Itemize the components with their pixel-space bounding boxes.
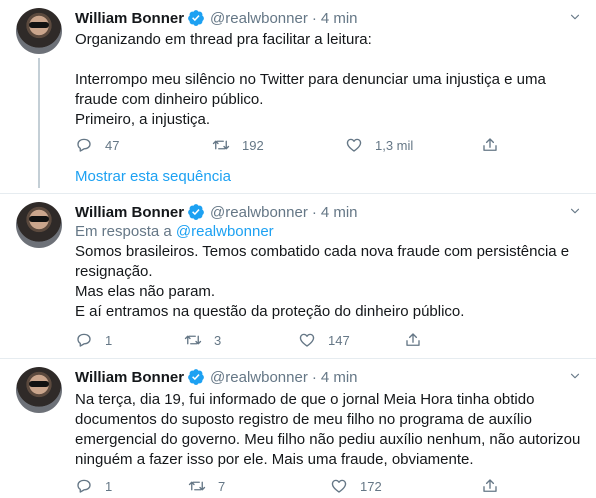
share-icon xyxy=(483,138,497,151)
avatar[interactable] xyxy=(16,8,62,54)
text-line: Interrompo meu silêncio no Twitter para … xyxy=(75,71,546,88)
text-line: documentos do suposto registro de meu fi… xyxy=(75,411,532,428)
tweet-header: William Bonner @realwbonner · 4 min xyxy=(75,202,358,222)
retweet-button[interactable]: 192 xyxy=(212,135,264,155)
reply-context: Em resposta a @realwbonner xyxy=(75,222,575,242)
text-line: Mas elas não param. xyxy=(75,283,216,300)
show-thread-link[interactable]: Mostrar esta sequência xyxy=(75,168,231,185)
retweet-icon xyxy=(188,481,206,491)
text-line: Somos brasileiros. Temos combatido cada … xyxy=(75,243,570,260)
like-icon xyxy=(299,333,315,347)
avatar[interactable] xyxy=(16,367,62,413)
tweet-3[interactable]: William Bonner @realwbonner · 4 min Na t… xyxy=(0,359,596,498)
like-count: 1,3 mil xyxy=(375,137,414,153)
verified-badge-icon xyxy=(188,204,204,220)
share-button[interactable] xyxy=(404,330,422,350)
retweet-count: 7 xyxy=(218,478,226,494)
like-count: 172 xyxy=(360,478,382,494)
like-icon xyxy=(346,138,362,152)
text-line: Na terça, dia 19, fui informado de que o… xyxy=(75,391,535,408)
share-button[interactable] xyxy=(481,476,499,496)
verified-badge-icon xyxy=(188,369,204,385)
chevron-down-icon[interactable] xyxy=(568,10,582,24)
text-line: fraude com dinheiro público. xyxy=(75,91,264,108)
tweet-text: Organizando em thread pra facilitar a le… xyxy=(75,30,575,130)
avatar[interactable] xyxy=(16,202,62,248)
timestamp[interactable]: 4 min xyxy=(321,369,358,386)
reply-prefix: Em resposta a xyxy=(75,223,172,240)
share-button[interactable] xyxy=(481,135,499,155)
retweet-button[interactable]: 3 xyxy=(184,330,221,350)
reply-icon xyxy=(77,138,91,152)
share-icon xyxy=(483,479,497,492)
text-line: emergencial do governo. Meu filho não pe… xyxy=(75,431,581,448)
tweet-text: Na terça, dia 19, fui informado de que o… xyxy=(75,390,581,470)
reply-icon xyxy=(77,479,91,493)
like-count: 147 xyxy=(328,332,350,348)
like-icon xyxy=(331,479,347,493)
reply-button[interactable]: 1 xyxy=(75,330,112,350)
text-line: ninguém a fazer isso por ele. Mais uma f… xyxy=(75,451,474,468)
tweet-header: William Bonner @realwbonner · 4 min xyxy=(75,367,358,387)
verified-badge-icon xyxy=(188,10,204,26)
text-line: Organizando em thread pra facilitar a le… xyxy=(75,31,372,48)
text-line: resignação. xyxy=(75,263,153,280)
reply-count: 1 xyxy=(105,478,113,494)
reply-button[interactable]: 47 xyxy=(75,135,119,155)
share-icon xyxy=(406,333,420,346)
author-handle[interactable]: @realwbonner xyxy=(210,369,308,386)
chevron-down-icon[interactable] xyxy=(568,204,582,218)
reply-button[interactable]: 1 xyxy=(75,476,112,496)
retweet-button[interactable]: 7 xyxy=(188,476,225,496)
timestamp[interactable]: 4 min xyxy=(321,204,358,221)
author-handle[interactable]: @realwbonner xyxy=(210,10,308,27)
retweet-icon xyxy=(212,140,230,150)
retweet-icon xyxy=(184,335,202,345)
reply-icon xyxy=(77,333,91,347)
tweet-actions: 47 192 1,3 mil xyxy=(75,135,515,155)
author-name[interactable]: William Bonner xyxy=(75,369,184,386)
like-button[interactable]: 172 xyxy=(330,476,382,496)
text-line: E aí entramos na questão da proteção do … xyxy=(75,303,465,320)
like-button[interactable]: 1,3 mil xyxy=(345,135,413,155)
author-name[interactable]: William Bonner xyxy=(75,204,184,221)
thread-line xyxy=(38,58,40,188)
text-line: Primeiro, a injustiça. xyxy=(75,111,211,128)
timestamp[interactable]: 4 min xyxy=(321,10,358,27)
dot-separator: · xyxy=(311,203,317,221)
reply-count: 47 xyxy=(105,137,120,153)
tweet-2[interactable]: William Bonner @realwbonner · 4 min Em r… xyxy=(0,194,596,354)
dot-separator: · xyxy=(311,368,317,386)
reply-handle-link[interactable]: @realwbonner xyxy=(176,223,274,240)
reply-count: 1 xyxy=(105,332,113,348)
tweet-header: William Bonner @realwbonner · 4 min xyxy=(75,8,358,28)
chevron-down-icon[interactable] xyxy=(568,369,582,383)
author-handle[interactable]: @realwbonner xyxy=(210,204,308,221)
author-name[interactable]: William Bonner xyxy=(75,10,184,27)
dot-separator: · xyxy=(311,9,317,27)
tweet-actions: 1 3 147 xyxy=(75,330,515,350)
tweet-text: Em resposta a @realwbonner Somos brasile… xyxy=(75,222,575,322)
retweet-count: 3 xyxy=(214,332,222,348)
tweet-1[interactable]: William Bonner @realwbonner · 4 min Orga… xyxy=(0,0,596,188)
like-button[interactable]: 147 xyxy=(298,330,350,350)
retweet-count: 192 xyxy=(242,137,264,153)
tweet-actions: 1 7 172 xyxy=(75,476,515,496)
text-line xyxy=(75,50,575,70)
